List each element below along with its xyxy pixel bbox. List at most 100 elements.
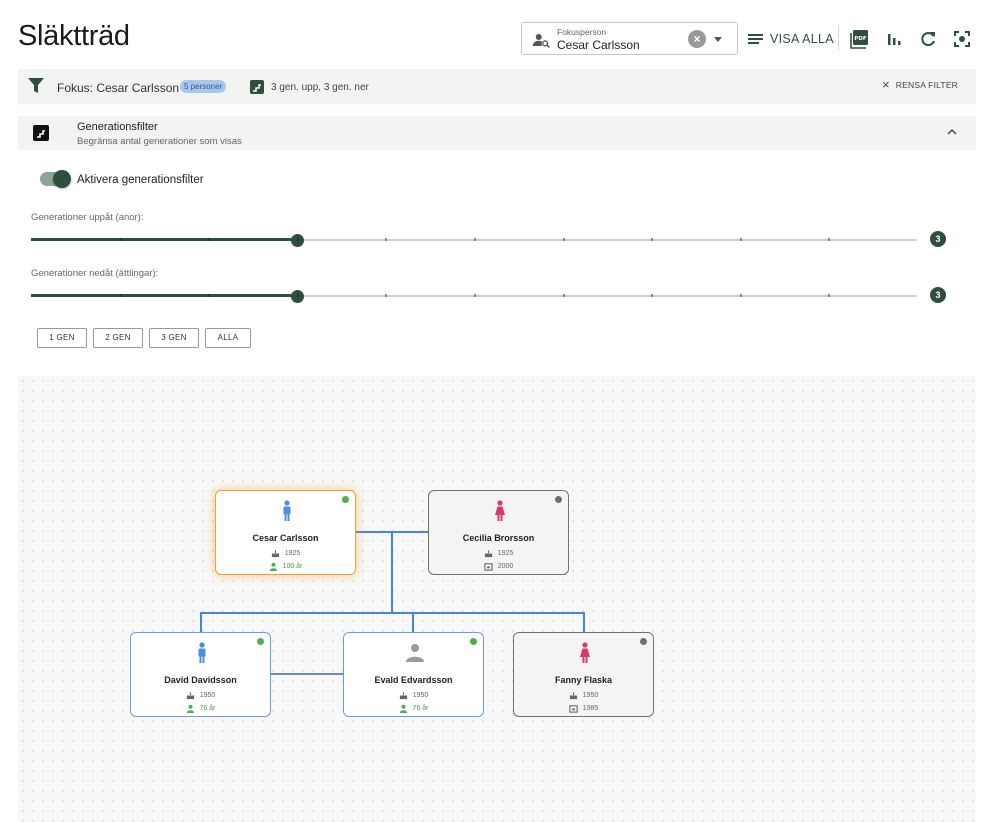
down-slider-value: 3 — [930, 287, 946, 303]
family-connector — [391, 531, 393, 613]
person-name: Cesar Carlsson — [252, 533, 319, 543]
slider-tick — [385, 294, 388, 297]
toggle-knob — [53, 170, 71, 188]
preset-1-gen-button[interactable]: 1 GEN — [37, 328, 87, 348]
generations-up-slider[interactable] — [31, 233, 917, 247]
slider-tick — [739, 238, 742, 241]
pdf-icon[interactable]: PDF — [850, 29, 870, 49]
show-all-label: VISA ALLA — [770, 32, 834, 46]
page-title: Släktträd — [18, 20, 130, 52]
slider-tick — [828, 238, 831, 241]
spouse-connector — [271, 673, 343, 675]
slider-track — [31, 238, 297, 241]
slider-tick — [208, 238, 211, 241]
person-card[interactable]: Cecilia Brorsson 1925 2000 — [428, 490, 569, 575]
cake-icon — [271, 550, 279, 558]
birth-row: 1950 — [131, 691, 270, 700]
cake-icon — [484, 550, 492, 558]
death-row: 2000 — [429, 562, 568, 571]
birth-year: 1925 — [497, 550, 514, 557]
refresh-icon[interactable] — [918, 29, 938, 49]
birth-row: 1925 — [429, 549, 568, 558]
generation-filter-subtitle: Begränsa antal generationer som visas — [77, 136, 242, 147]
show-all-button[interactable]: VISA ALLA — [748, 27, 834, 51]
generation-filter-panel: Generationsfilter Begränsa antal generat… — [18, 116, 976, 362]
generations-down-slider[interactable] — [31, 289, 917, 303]
slider-tick — [651, 294, 654, 297]
age-text: 76 år — [412, 705, 429, 712]
generation-filter-toggle[interactable] — [40, 170, 71, 188]
svg-text:PDF: PDF — [854, 36, 867, 42]
alive-status-dot — [342, 496, 349, 503]
preset-all-button[interactable]: ALLA — [205, 328, 251, 348]
person-name: David Davidsson — [164, 675, 237, 685]
person-card[interactable]: Cesar Carlsson 1925 100 år — [215, 490, 356, 575]
stairs-icon — [250, 80, 264, 94]
deceased-status-dot — [640, 638, 647, 645]
filter-bar: Fokus: Cesar Carlsson 5 personer 3 gen. … — [18, 69, 976, 104]
age-row: 100 år — [216, 562, 355, 571]
header: Släktträd Fokusperson Cesar Carlsson × V… — [0, 0, 1000, 68]
tree-canvas[interactable]: Cesar Carlsson 1925 100 år Cecilia Brors… — [18, 376, 976, 822]
focus-select-label: Fokusperson — [557, 27, 607, 37]
down-slider-label: Generationer nedåt (ättlingar): — [31, 268, 159, 279]
close-icon: × — [882, 77, 890, 92]
birth-year: 1950 — [582, 692, 599, 699]
slider-tick — [562, 294, 565, 297]
preset-2-gen-button[interactable]: 2 GEN — [93, 328, 143, 348]
slider-tick — [296, 238, 299, 241]
person-unknown-icon — [406, 644, 424, 662]
alive-status-dot — [257, 638, 264, 645]
slider-tick — [474, 238, 476, 241]
cake-icon — [186, 692, 194, 700]
fullscreen-icon[interactable] — [952, 29, 972, 49]
list-icon — [748, 33, 763, 45]
cake-icon — [569, 692, 577, 700]
male-icon — [283, 500, 291, 521]
birth-year: 1950 — [199, 692, 216, 699]
slider-track — [31, 294, 297, 297]
focus-text: Fokus: Cesar Carlsson — [57, 81, 180, 95]
death-row: 1985 — [514, 704, 653, 713]
birth-row: 1950 — [344, 691, 483, 700]
male-icon — [198, 642, 206, 663]
clear-icon[interactable]: × — [688, 30, 706, 48]
clear-filter-button[interactable]: × RENSA FILTER — [882, 77, 959, 92]
alive-status-dot — [470, 638, 477, 645]
slider-tick — [828, 294, 831, 297]
focus-select-value: Cesar Carlsson — [557, 38, 640, 52]
child-connector — [200, 612, 202, 632]
slider-tick — [739, 294, 742, 297]
female-icon — [495, 500, 505, 521]
slider-tick — [385, 238, 388, 241]
person-icon — [399, 704, 407, 713]
person-card[interactable]: David Davidsson 1950 76 år — [130, 632, 271, 717]
slider-tick — [208, 294, 211, 297]
deceased-status-dot — [555, 496, 562, 503]
cake-icon — [399, 692, 407, 700]
focus-person-select[interactable]: Fokusperson Cesar Carlsson × — [521, 22, 738, 55]
age-text: 76 år — [199, 705, 216, 712]
person-card[interactable]: Evald Edvardsson 1950 76 år — [343, 632, 484, 717]
birth-year: 1925 — [284, 550, 301, 557]
chevron-down-icon[interactable] — [714, 37, 722, 42]
generation-summary: 3 gen. upp, 3 gen. ner — [271, 82, 369, 93]
age-row: 76 år — [344, 704, 483, 713]
preset-3-gen-button[interactable]: 3 GEN — [149, 328, 199, 348]
toggle-label: Aktivera generationsfilter — [77, 174, 204, 186]
slider-tick — [119, 238, 122, 241]
chevron-up-icon[interactable] — [947, 127, 957, 137]
birth-row: 1925 — [216, 549, 355, 558]
stats-icon[interactable] — [884, 29, 904, 49]
children-connector — [200, 612, 584, 614]
slider-tick — [562, 238, 565, 241]
person-card[interactable]: Fanny Flaska 1950 1985 — [513, 632, 654, 717]
child-connector — [583, 612, 585, 632]
slider-tick — [296, 294, 299, 297]
age-row: 76 år — [131, 704, 270, 713]
birth-row: 1950 — [514, 691, 653, 700]
child-connector — [412, 612, 414, 632]
calendar-icon — [484, 563, 493, 571]
generation-filter-header[interactable]: Generationsfilter Begränsa antal generat… — [18, 116, 976, 150]
clear-filter-label: RENSA FILTER — [895, 80, 959, 90]
